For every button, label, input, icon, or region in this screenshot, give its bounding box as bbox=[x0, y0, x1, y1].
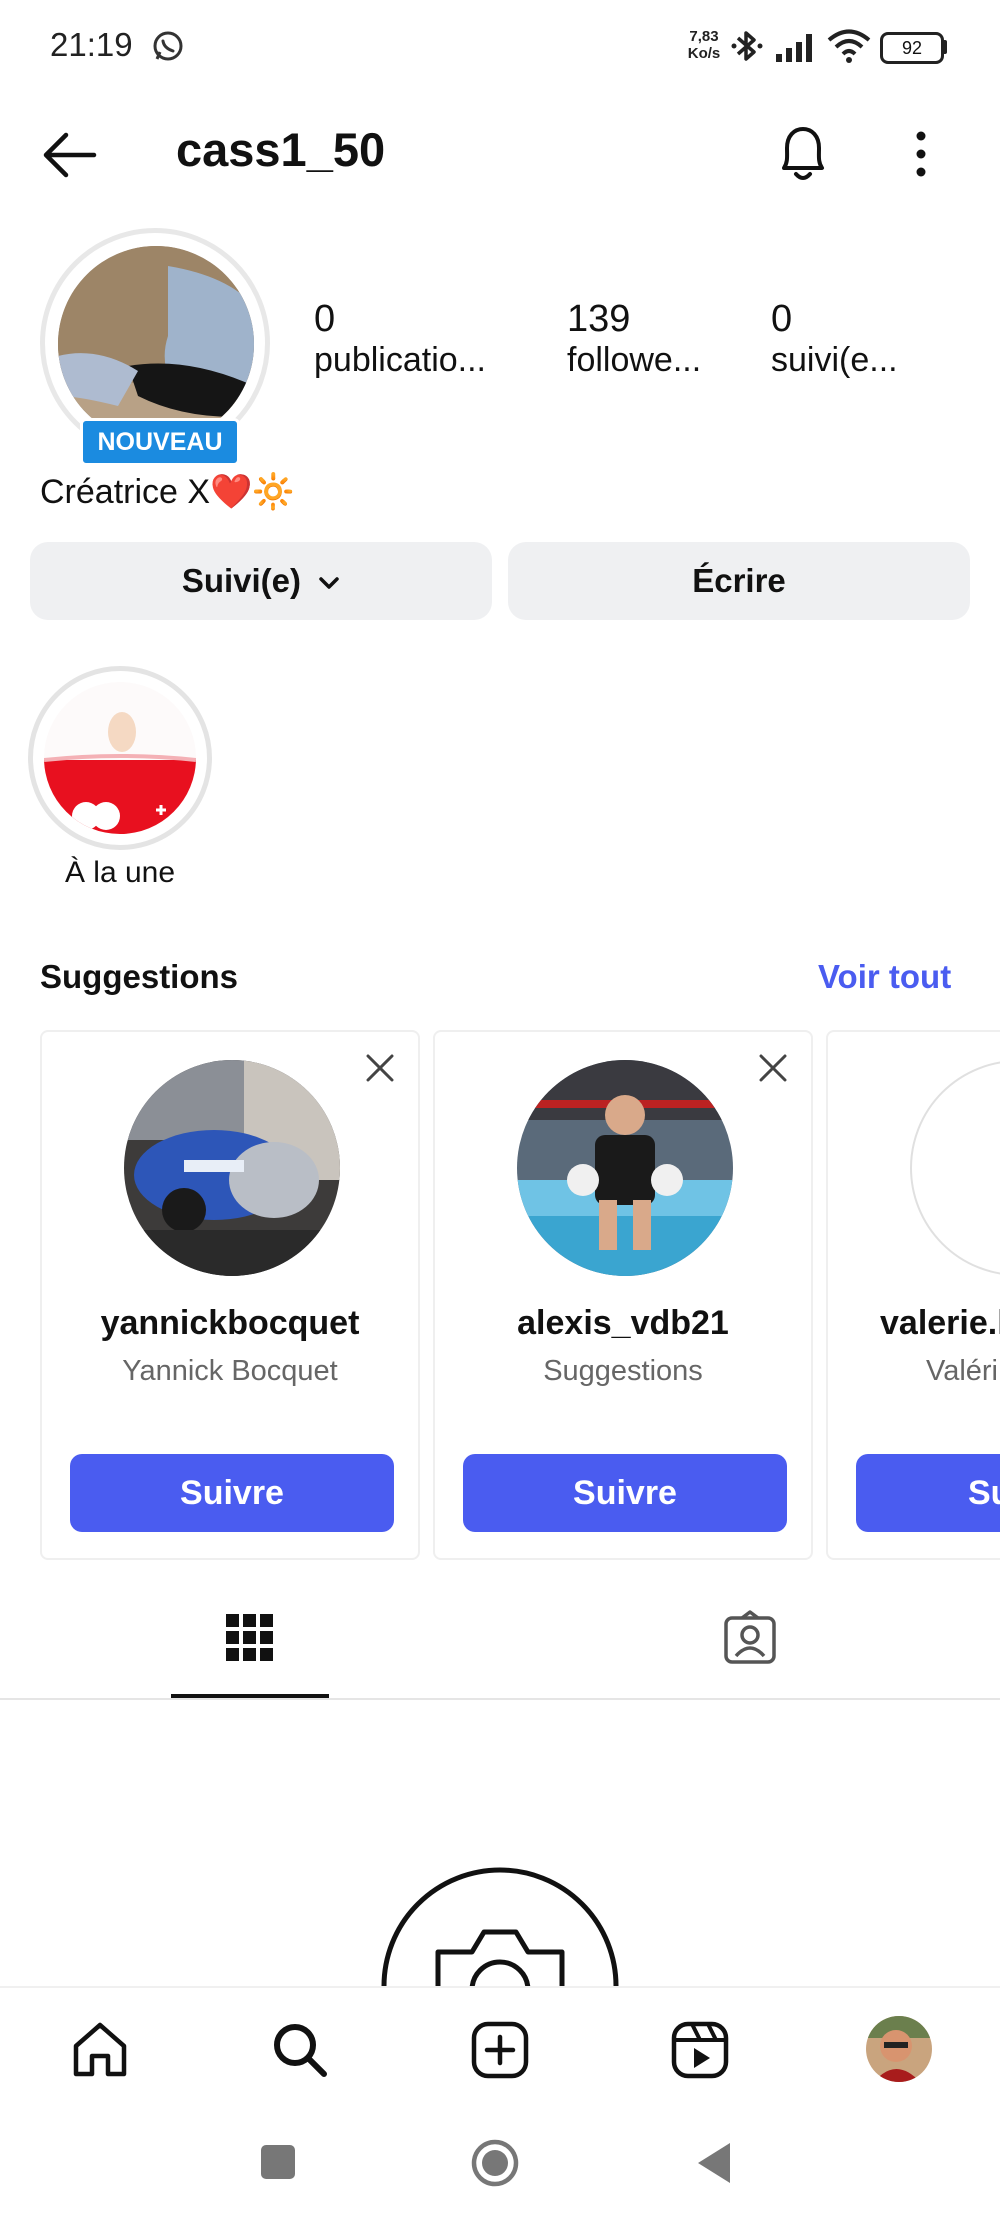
following-button-label: Suivi(e) bbox=[181, 562, 302, 599]
stat-posts-label: publicatio... bbox=[314, 341, 486, 379]
home-icon[interactable] bbox=[70, 2020, 130, 2080]
following-button[interactable]: Suivi(e) bbox=[30, 542, 492, 620]
whatsapp-icon bbox=[153, 31, 183, 61]
suggestion-avatar[interactable] bbox=[124, 1060, 340, 1276]
chevron-down-icon bbox=[319, 577, 339, 590]
suggestion-username: yannickbocquet bbox=[100, 1304, 360, 1342]
camera-icon bbox=[381, 1867, 619, 1986]
arrow-left-icon[interactable] bbox=[38, 130, 100, 180]
suggestion-avatar[interactable] bbox=[910, 1060, 1000, 1276]
stat-followers-value: 139 bbox=[567, 298, 631, 340]
stat-following[interactable]: 0 suivi(e... bbox=[771, 298, 898, 380]
suggestion-avatar-photo bbox=[517, 1060, 733, 1276]
reels-icon[interactable] bbox=[670, 2020, 730, 2080]
suggestion-subtitle: Suggestions bbox=[543, 1355, 703, 1387]
profile-bio: Créatrice X❤️🔆 bbox=[40, 473, 295, 511]
profile-avatar[interactable] bbox=[866, 2016, 932, 2082]
back-button[interactable] bbox=[696, 2141, 732, 2185]
suggestion-subtitle: Valéri bbox=[926, 1355, 998, 1387]
home-button[interactable] bbox=[470, 2138, 520, 2188]
signal-icon bbox=[776, 34, 812, 62]
suggestion-username: alexis_vdb21 bbox=[517, 1304, 729, 1342]
stat-following-label: suivi(e... bbox=[771, 341, 898, 379]
net-speed-unit: Ko/s bbox=[687, 45, 721, 62]
empty-state bbox=[0, 1860, 1000, 1986]
stat-followers[interactable]: 139 followe... bbox=[567, 298, 701, 380]
suggestion-card[interactable]: yannickbocquet Yannick Bocquet Suivre bbox=[40, 1030, 420, 1560]
dismiss-suggestion-icon[interactable] bbox=[755, 1050, 791, 1086]
battery-indicator: 92 bbox=[880, 32, 944, 64]
follow-button[interactable]: Suivre bbox=[70, 1454, 394, 1532]
highlight-item[interactable] bbox=[44, 682, 196, 834]
follow-button[interactable]: Su bbox=[856, 1454, 1000, 1532]
suggestion-subtitle: Yannick Bocquet bbox=[122, 1355, 338, 1387]
bell-icon[interactable] bbox=[776, 122, 830, 184]
dismiss-suggestion-icon[interactable] bbox=[362, 1050, 398, 1086]
suggestion-username: valerie.l bbox=[880, 1304, 1000, 1342]
status-time: 21:19 bbox=[50, 26, 133, 63]
profile-avatar[interactable] bbox=[58, 246, 254, 442]
grid-icon[interactable] bbox=[224, 1612, 276, 1664]
see-all-link[interactable]: Voir tout bbox=[818, 958, 951, 996]
wifi-icon bbox=[827, 29, 871, 63]
profile-username: cass1_50 bbox=[176, 123, 386, 176]
suggestion-card[interactable]: alexis_vdb21 Suggestions Suivre bbox=[433, 1030, 813, 1560]
message-button[interactable]: Écrire bbox=[508, 542, 970, 620]
network-speed: 7,83 Ko/s bbox=[680, 28, 728, 62]
stat-following-value: 0 bbox=[771, 298, 793, 340]
highlight-cover bbox=[44, 682, 196, 834]
highlight-label: À la une bbox=[64, 856, 176, 889]
recents-button[interactable] bbox=[261, 2145, 295, 2179]
follow-button[interactable]: Suivre bbox=[463, 1454, 787, 1532]
tagged-icon[interactable] bbox=[722, 1610, 778, 1666]
suggestion-avatar-photo bbox=[124, 1060, 340, 1276]
create-icon[interactable] bbox=[470, 2020, 530, 2080]
battery-cap bbox=[942, 40, 947, 54]
more-vertical-icon[interactable] bbox=[906, 128, 936, 180]
stat-posts[interactable]: 0 publicatio... bbox=[314, 298, 486, 380]
suggestions-title: Suggestions bbox=[40, 958, 239, 995]
stat-followers-label: followe... bbox=[567, 341, 702, 379]
tabs-divider bbox=[0, 1698, 1000, 1700]
profile-avatar-photo bbox=[866, 2016, 932, 2082]
avatar-photo bbox=[58, 246, 254, 442]
bluetooth-icon bbox=[731, 31, 763, 61]
stat-posts-value: 0 bbox=[314, 298, 336, 340]
search-icon[interactable] bbox=[270, 2020, 330, 2080]
suggestion-card[interactable]: valerie.l Valéri Su bbox=[826, 1030, 1000, 1560]
net-speed-value: 7,83 bbox=[689, 28, 719, 45]
suggestion-avatar[interactable] bbox=[517, 1060, 733, 1276]
new-badge: NOUVEAU bbox=[80, 418, 240, 466]
